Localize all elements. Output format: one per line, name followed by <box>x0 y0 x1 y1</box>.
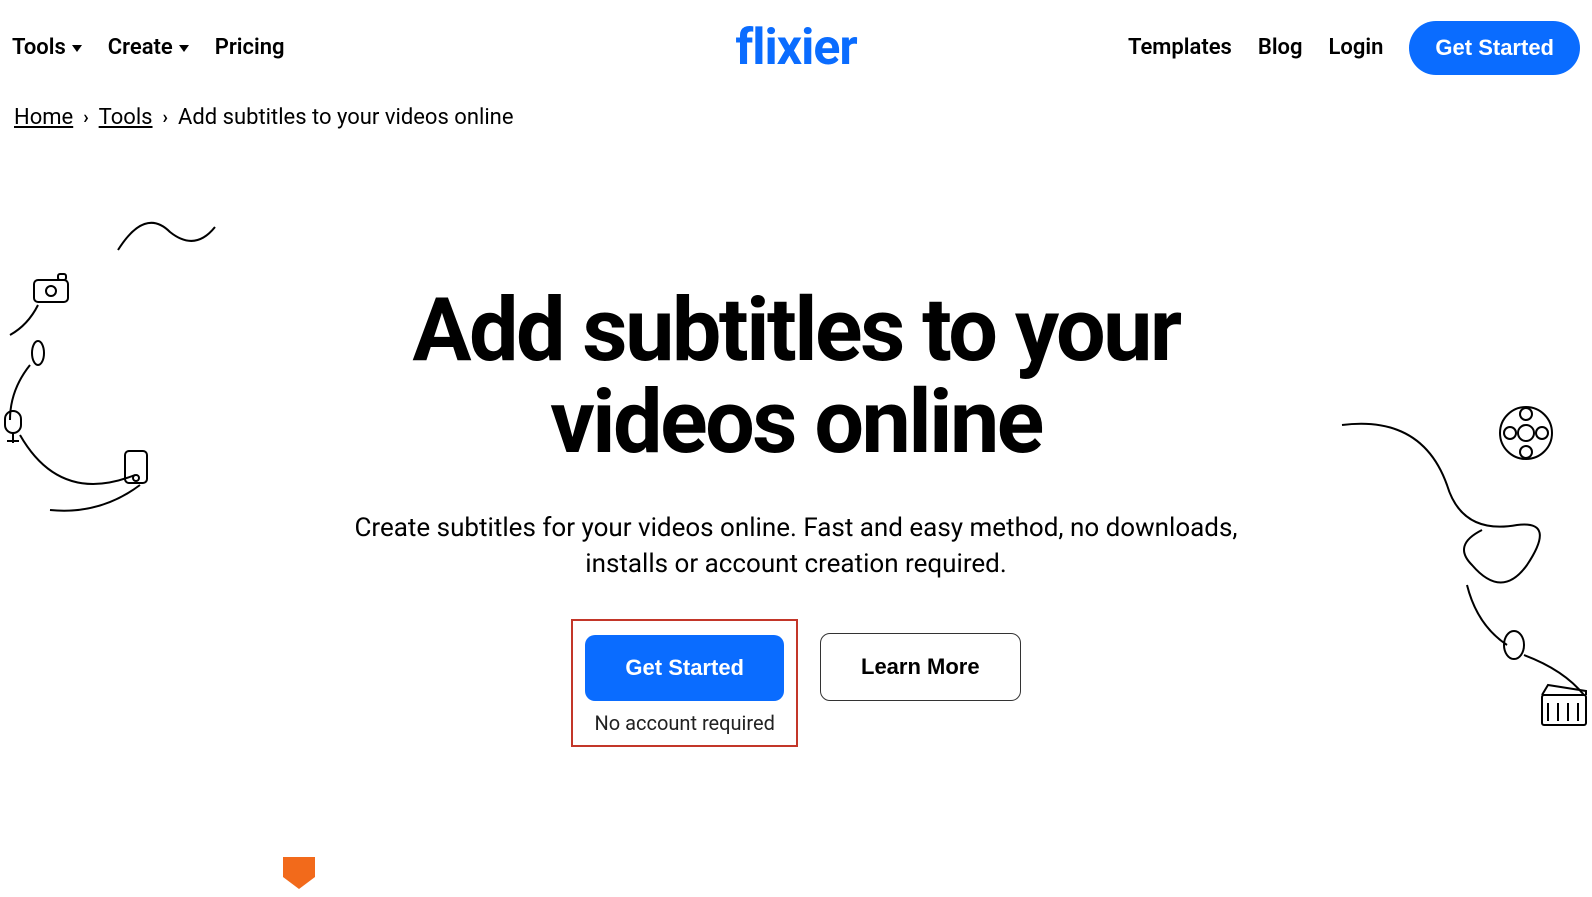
chevron-down-icon <box>72 45 82 52</box>
breadcrumb-home[interactable]: Home <box>14 105 73 130</box>
breadcrumb: Home › Tools › Add subtitles to your vid… <box>0 95 1592 130</box>
nav-right: Templates Blog Login Get Started <box>1128 21 1580 75</box>
nav-templates[interactable]: Templates <box>1128 35 1232 60</box>
chevron-right-icon: › <box>83 107 88 128</box>
chevron-right-icon: › <box>163 107 168 128</box>
nav-create[interactable]: Create <box>108 35 189 60</box>
breadcrumb-current: Add subtitles to your videos online <box>178 105 514 130</box>
breadcrumb-tools[interactable]: Tools <box>99 105 153 130</box>
page-title: Add subtitles to your videos online <box>346 285 1246 470</box>
cta-row: Get Started No account required Learn Mo… <box>0 619 1592 747</box>
hero-section: Add subtitles to your videos online Crea… <box>0 130 1592 747</box>
nav-pricing-label: Pricing <box>215 35 285 60</box>
get-started-button[interactable]: Get Started <box>585 635 784 701</box>
highlight-box: Get Started No account required <box>571 619 798 747</box>
get-started-button-header[interactable]: Get Started <box>1409 21 1580 75</box>
nav-login[interactable]: Login <box>1329 35 1384 60</box>
nav-pricing[interactable]: Pricing <box>215 35 285 60</box>
cta-hint: No account required <box>595 711 775 735</box>
nav-left: Tools Create Pricing <box>12 35 285 60</box>
marker-icon <box>283 857 315 897</box>
learn-more-button[interactable]: Learn More <box>820 633 1021 701</box>
chevron-down-icon <box>179 45 189 52</box>
nav-tools[interactable]: Tools <box>12 35 82 60</box>
logo[interactable]: flixier <box>735 19 856 77</box>
nav-blog[interactable]: Blog <box>1258 35 1303 60</box>
nav-tools-label: Tools <box>12 35 66 60</box>
site-header: Tools Create Pricing flixier Templates B… <box>0 0 1592 95</box>
nav-create-label: Create <box>108 35 173 60</box>
page-subtitle: Create subtitles for your videos online.… <box>336 510 1256 583</box>
